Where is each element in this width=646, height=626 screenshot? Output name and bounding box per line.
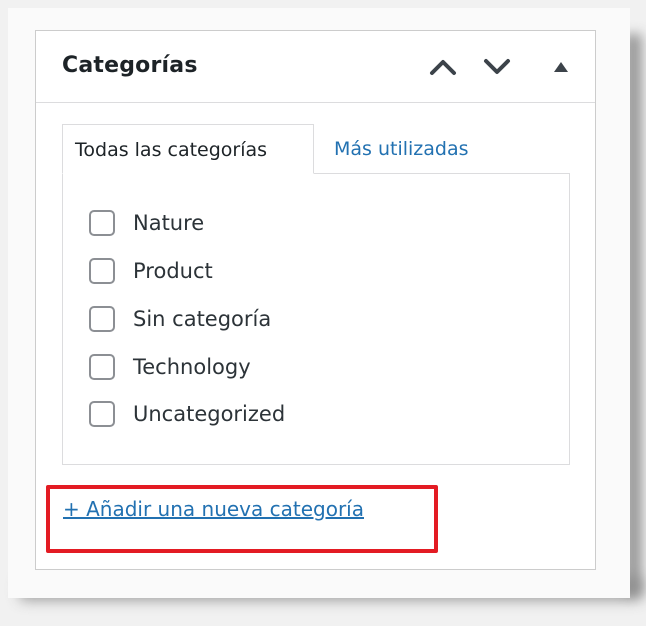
tab-most-used[interactable]: Más utilizadas: [322, 124, 481, 174]
chevron-up-icon: [430, 60, 456, 75]
move-up-button[interactable]: [426, 51, 460, 83]
category-checkbox[interactable]: [89, 354, 115, 380]
highlight-box: [46, 485, 438, 553]
category-label: Uncategorized: [133, 402, 286, 426]
category-label: Product: [133, 259, 213, 283]
category-label: Technology: [133, 355, 251, 379]
category-item-nature[interactable]: Nature: [89, 208, 204, 238]
category-item-sin-categoria[interactable]: Sin categoría: [89, 304, 271, 334]
category-checklist: Nature Product Sin categoría Technology …: [62, 173, 570, 465]
panel-title: Categorías: [62, 53, 198, 78]
toggle-panel-button[interactable]: [544, 51, 578, 83]
category-tabs: Todas las categorías Más utilizadas: [62, 124, 570, 174]
category-item-technology[interactable]: Technology: [89, 352, 251, 382]
category-checkbox[interactable]: [89, 401, 115, 427]
category-checkbox[interactable]: [89, 306, 115, 332]
panel-header: Categorías: [36, 31, 595, 103]
move-down-button[interactable]: [480, 51, 514, 83]
tab-all-categories[interactable]: Todas las categorías: [62, 124, 314, 174]
chevron-down-icon: [484, 59, 510, 74]
category-label: Sin categoría: [133, 307, 272, 331]
category-item-product[interactable]: Product: [89, 256, 213, 286]
category-checkbox[interactable]: [89, 258, 115, 284]
category-label: Nature: [133, 211, 205, 235]
category-checkbox[interactable]: [89, 210, 115, 236]
triangle-up-icon: [554, 62, 568, 72]
category-item-uncategorized[interactable]: Uncategorized: [89, 399, 285, 429]
